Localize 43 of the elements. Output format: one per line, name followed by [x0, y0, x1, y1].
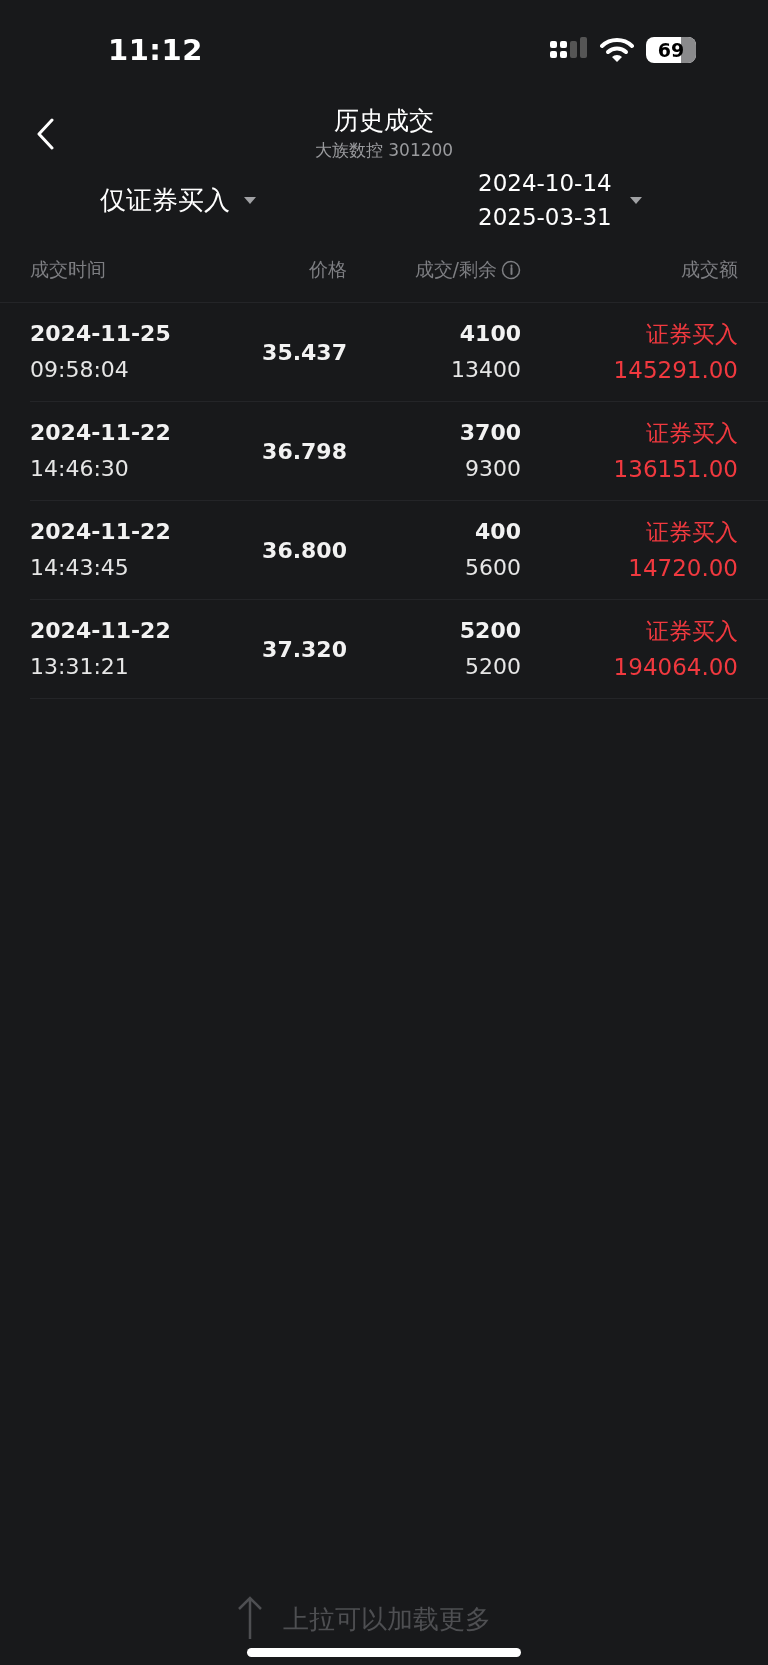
status-time: 11:12	[108, 33, 203, 67]
trade-date: 2024-11-22	[30, 518, 171, 546]
trade-amount: 145291.00	[613, 356, 738, 384]
info-icon[interactable]	[501, 260, 521, 280]
caret-icon	[629, 196, 642, 204]
trade-date: 2024-11-22	[30, 419, 171, 447]
up-arrow-icon	[237, 1595, 263, 1639]
trade-date: 2024-11-25	[30, 320, 171, 348]
column-header: 成交/剩余	[414, 257, 497, 282]
trade-time: 14:43:45	[30, 554, 129, 582]
trade-amount: 14720.00	[628, 554, 738, 582]
remaining-quantity: 5600	[465, 554, 521, 582]
filled-quantity: 3700	[459, 419, 521, 447]
trade-amount: 136151.00	[613, 455, 738, 483]
trade-price: 36.798	[262, 438, 348, 464]
stock-subtitle: 大族数控 301200	[314, 139, 454, 162]
trade-price: 35.437	[262, 339, 348, 365]
filled-quantity: 4100	[459, 320, 521, 348]
trade-date: 2024-11-22	[30, 617, 171, 645]
trade-side: 证券买入	[646, 518, 738, 546]
trade-amount: 194064.00	[613, 653, 738, 681]
remaining-quantity: 9300	[465, 455, 521, 483]
trade-side: 证券买入	[646, 419, 738, 447]
column-header: 价格	[309, 257, 347, 282]
trade-side: 证券买入	[646, 320, 738, 348]
column-header: 成交额	[681, 257, 738, 282]
trade-price: 37.320	[262, 636, 348, 662]
trade-price: 36.800	[262, 537, 348, 563]
battery-icon: 69	[646, 37, 696, 63]
page-title: 历史成交	[334, 105, 434, 137]
wifi-icon	[600, 37, 634, 63]
filled-quantity: 5200	[459, 617, 521, 645]
caret-icon	[244, 196, 256, 204]
filled-quantity: 400	[475, 518, 521, 546]
column-header: 成交时间	[30, 257, 106, 282]
remaining-quantity: 13400	[451, 356, 521, 384]
trade-time: 13:31:21	[30, 653, 129, 681]
date-range-dropdown[interactable]: 2024-10-14 2025-03-31	[478, 168, 642, 232]
trade-side: 证券买入	[646, 617, 738, 645]
trade-time: 09:58:04	[30, 356, 129, 384]
remaining-quantity: 5200	[465, 653, 521, 681]
trade-time: 14:46:30	[30, 455, 129, 483]
type-filter-dropdown[interactable]: 仅证券买入	[100, 182, 256, 218]
